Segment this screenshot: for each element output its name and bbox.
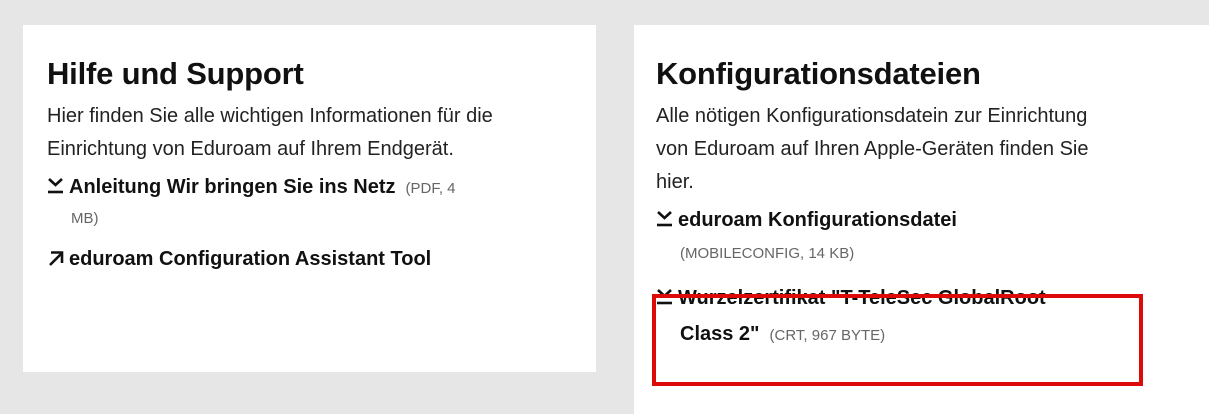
link-title[interactable]: eduroam Configuration Assistant Tool: [69, 248, 431, 270]
card-title: Konfigurationsdateien: [656, 56, 981, 91]
page: Hilfe und Support Hier finden Sie alle w…: [0, 0, 1209, 414]
external-link-icon: [49, 251, 64, 266]
file-meta: (MOBILECONFIG, 14 KB): [680, 245, 855, 262]
card-description: Hier finden Sie alle wichtigen Informati…: [47, 105, 493, 160]
download-icon: [657, 289, 672, 305]
card-description: Alle nötigen Konfigurationsdatein zur Ei…: [656, 105, 1089, 193]
link-title[interactable]: eduroam Konfigurationsdatei: [678, 209, 957, 231]
link-title-cont[interactable]: Class 2": [680, 323, 760, 345]
download-icon: [657, 211, 672, 227]
download-icon: [48, 178, 63, 194]
external-link-cat[interactable]: eduroam Configuration Assistant Tool: [47, 242, 596, 276]
file-meta: (PDF, 4: [405, 180, 456, 197]
help-support-card: Hilfe und Support Hier finden Sie alle w…: [23, 25, 596, 372]
link-title[interactable]: Anleitung Wir bringen Sie ins Netz: [69, 176, 396, 198]
link-title-cont-row: Class 2" (CRT, 967 BYTE): [680, 317, 1209, 353]
download-link-root-cert[interactable]: Wurzelzertifikat "T-TeleSec GlobalRoot C…: [656, 281, 1209, 353]
config-files-card: Konfigurationsdateien Alle nötigen Konfi…: [634, 25, 1209, 414]
card-title: Hilfe und Support: [47, 56, 304, 91]
file-meta-cont: MB): [71, 210, 99, 227]
download-link-mobileconfig[interactable]: eduroam Konfigurationsdatei (MOBILECONFI…: [656, 203, 1209, 269]
download-link-guide[interactable]: Anleitung Wir bringen Sie ins Netz (PDF, …: [47, 170, 567, 234]
link-title[interactable]: Wurzelzertifikat "T-TeleSec GlobalRoot: [678, 287, 1046, 309]
file-meta: (CRT, 967 BYTE): [769, 327, 886, 344]
